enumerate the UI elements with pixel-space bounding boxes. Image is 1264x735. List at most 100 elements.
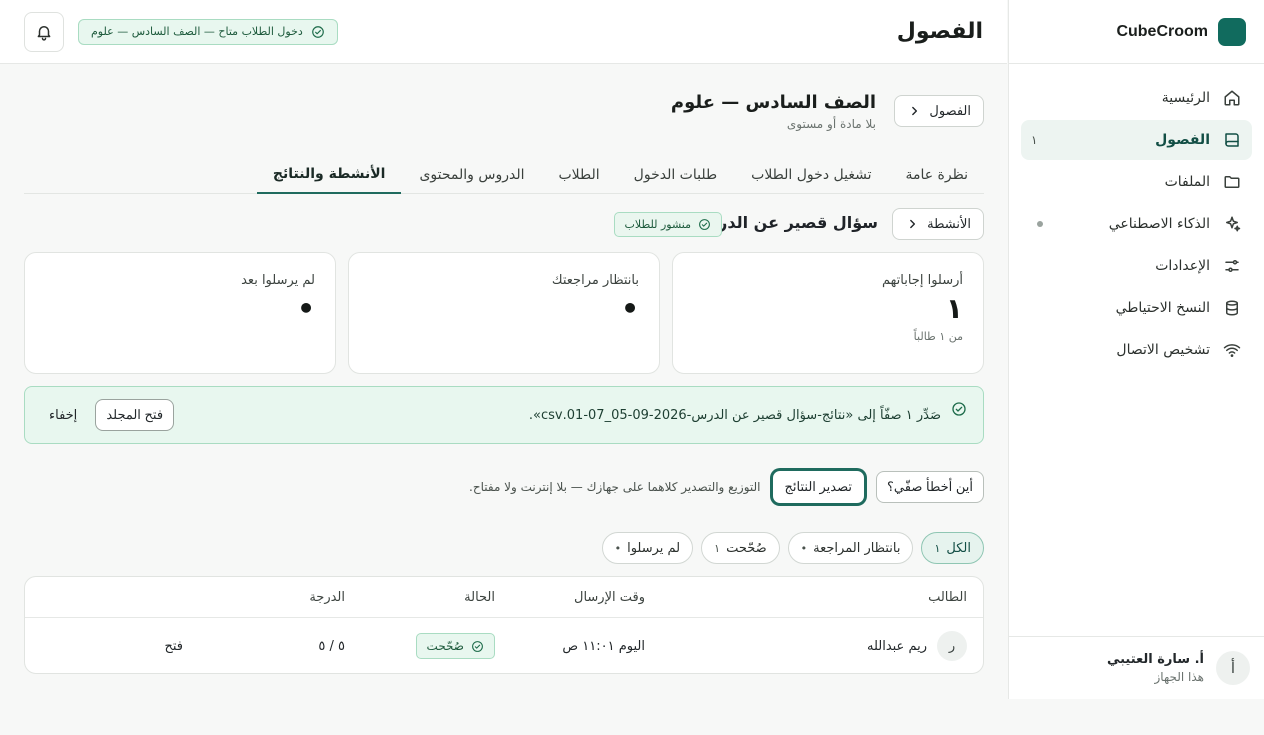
chip-label: بانتظار المراجعة [813, 540, 901, 556]
chip-label: لم يرسلوا [627, 540, 681, 556]
tab-lessons[interactable]: الدروس والمحتوى [403, 156, 540, 194]
chevron-left-icon [907, 104, 921, 118]
session-status-text: دخول الطلاب متاح — الصف السادس — علوم [91, 25, 303, 38]
check-circle-icon [951, 401, 967, 417]
stat-card-not-submitted: لم يرسلوا بعد • [24, 252, 336, 374]
user-name: أ. سارة العتيبي [1106, 652, 1204, 667]
filter-chip-pending[interactable]: بانتظار المراجعة • [787, 532, 914, 564]
stats-row: أرسلوا إجاباتهم ١ من ١ طالباً بانتظار مر… [24, 252, 984, 374]
home-icon [1222, 88, 1242, 108]
column-header-grade: الدرجة [309, 589, 345, 605]
filter-chip-graded[interactable]: صُحّحت ١ [701, 532, 780, 564]
topbar: الفصول دخول الطلاب متاح — الصف السادس — … [0, 0, 1007, 64]
tab-student-login[interactable]: تشغيل دخول الطلاب [735, 156, 887, 194]
table-header: الطالب وقت الإرسال الحالة الدرجة [25, 577, 983, 618]
back-button-label: الفصول [929, 103, 971, 118]
book-icon [1222, 130, 1242, 150]
export-results-button[interactable]: تصدير النتائج [770, 469, 867, 505]
published-badge-text: منشور للطلاب [624, 218, 691, 231]
page-title: الفصول [896, 19, 983, 44]
avatar: ر [937, 631, 967, 661]
stat-value: • [297, 292, 315, 325]
tab-overview[interactable]: نظرة عامة [889, 156, 984, 194]
sidebar-item-label: الرئيسية [1161, 90, 1210, 106]
check-circle-icon [471, 640, 484, 653]
stat-card-submitted: أرسلوا إجاباتهم ١ من ١ طالباً [672, 252, 984, 374]
grade: ٥ / ٥ [318, 638, 345, 654]
activity-title: سؤال قصير عن الدرس [696, 213, 878, 232]
export-success-banner: صَدِّر ١ صفّاً إلى «نتائج-سؤال قصير عن ا… [24, 386, 984, 444]
back-to-classes-button[interactable]: الفصول [894, 95, 984, 127]
stat-label: لم يرسلوا بعد [241, 273, 315, 288]
tab-activities[interactable]: الأنشطة والنتائج [256, 156, 402, 194]
folder-icon [1222, 172, 1242, 192]
sidebar-item-label: الملفات [1164, 174, 1210, 190]
status-dot [1037, 221, 1043, 227]
chip-label: صُحّحت [726, 540, 767, 556]
brand-logo [1218, 17, 1246, 46]
filter-chip-not-submitted[interactable]: لم يرسلوا • [601, 532, 694, 564]
chip-label: الكل [946, 540, 971, 556]
brand-name: CubeCroom [1116, 22, 1208, 40]
bell-icon [35, 23, 53, 41]
sidebar: CubeCroom الرئيسية الفصول ١ الملفات الذك… [1008, 0, 1264, 699]
user-info: أ. سارة العتيبي هذا الجهاز [1107, 652, 1204, 684]
sidebar-item-label: الذكاء الاصطناعي [1108, 216, 1210, 232]
stat-sub: من ١ طالباً [913, 330, 963, 343]
tab-students[interactable]: الطلاب [542, 156, 615, 194]
class-mistakes-button[interactable]: أين أخطأ صفّي؟ [876, 471, 984, 503]
column-header-sent-time: وقت الإرسال [574, 589, 645, 605]
sidebar-item-backup[interactable]: النسخ الاحتياطي [1021, 288, 1252, 328]
class-header: الفصول الصف السادس — علوم بلا مادة أو مس… [24, 64, 984, 131]
tab-login-requests[interactable]: طلبات الدخول [618, 156, 733, 194]
open-submission-link[interactable]: فتح [164, 618, 183, 673]
activity-header: الأنشطة سؤال قصير عن الدرس منشور للطلاب [24, 208, 984, 240]
check-circle-icon [698, 218, 711, 231]
sidebar-item-label: الفصول [1155, 132, 1210, 148]
chip-count: ١ [934, 541, 941, 555]
sent-time: اليوم ١١:٠١ ص [562, 638, 645, 654]
sidebar-item-label: تشخيص الاتصال [1116, 342, 1210, 358]
published-badge: منشور للطلاب [613, 212, 722, 237]
brand[interactable]: CubeCroom [1009, 0, 1264, 64]
sidebar-item-label: الإعدادات [1155, 258, 1210, 274]
back-button-label: الأنشطة [927, 216, 971, 231]
column-header-status: الحالة [464, 589, 495, 605]
avatar: أ [1216, 651, 1250, 685]
student-cell: ر ريم عبدالله [866, 618, 967, 673]
export-toolbar: أين أخطأ صفّي؟ تصدير النتائج التوزيع وال… [24, 469, 984, 505]
sidebar-item-ai[interactable]: الذكاء الاصطناعي [1021, 204, 1252, 244]
wifi-icon [1222, 340, 1242, 360]
status-badge: صُحّحت [415, 633, 495, 659]
sidebar-item-connection[interactable]: تشخيص الاتصال [1021, 330, 1252, 370]
sidebar-nav: الرئيسية الفصول ١ الملفات الذكاء الاصطنا… [1009, 64, 1264, 386]
status-filters: الكل ١ بانتظار المراجعة • صُحّحت ١ لم ير… [24, 532, 984, 564]
sidebar-item-classes[interactable]: الفصول ١ [1021, 120, 1252, 160]
user-device: هذا الجهاز [1154, 670, 1205, 684]
hide-banner-button[interactable]: إخفاء [41, 408, 85, 423]
banner-message: صَدِّر ١ صفّاً إلى «نتائج-سؤال قصير عن ا… [528, 407, 941, 423]
sidebar-item-home[interactable]: الرئيسية [1021, 78, 1252, 118]
status-text: صُحّحت [426, 639, 464, 653]
column-header-student: الطالب [928, 589, 967, 605]
chip-count: • [800, 541, 808, 555]
notifications-button[interactable] [24, 11, 64, 52]
sidebar-item-count: ١ [1031, 133, 1038, 147]
open-folder-button[interactable]: فتح المجلد [95, 399, 175, 431]
sliders-icon [1222, 256, 1242, 276]
export-note: التوزيع والتصدير كلاهما على جهازك — بلا … [469, 480, 761, 494]
sidebar-item-settings[interactable]: الإعدادات [1021, 246, 1252, 286]
sidebar-item-files[interactable]: الملفات [1021, 162, 1252, 202]
main-content: الفصول الصف السادس — علوم بلا مادة أو مس… [24, 64, 984, 674]
table-row[interactable]: ر ريم عبدالله اليوم ١١:٠١ ص صُحّحت ٥ / ٥… [25, 618, 983, 673]
status-cell: صُحّحت [415, 618, 495, 673]
back-to-activities-button[interactable]: الأنشطة [892, 208, 984, 240]
database-icon [1222, 298, 1242, 318]
student-name: ريم عبدالله [866, 638, 927, 654]
filter-chip-all[interactable]: الكل ١ [921, 532, 984, 564]
results-table: الطالب وقت الإرسال الحالة الدرجة ر ريم ع… [24, 576, 984, 674]
user-box[interactable]: أ أ. سارة العتيبي هذا الجهاز [1009, 636, 1264, 699]
sparkles-icon [1222, 214, 1242, 234]
stat-label: أرسلوا إجاباتهم [882, 273, 963, 288]
chip-count: ١ [714, 541, 721, 555]
